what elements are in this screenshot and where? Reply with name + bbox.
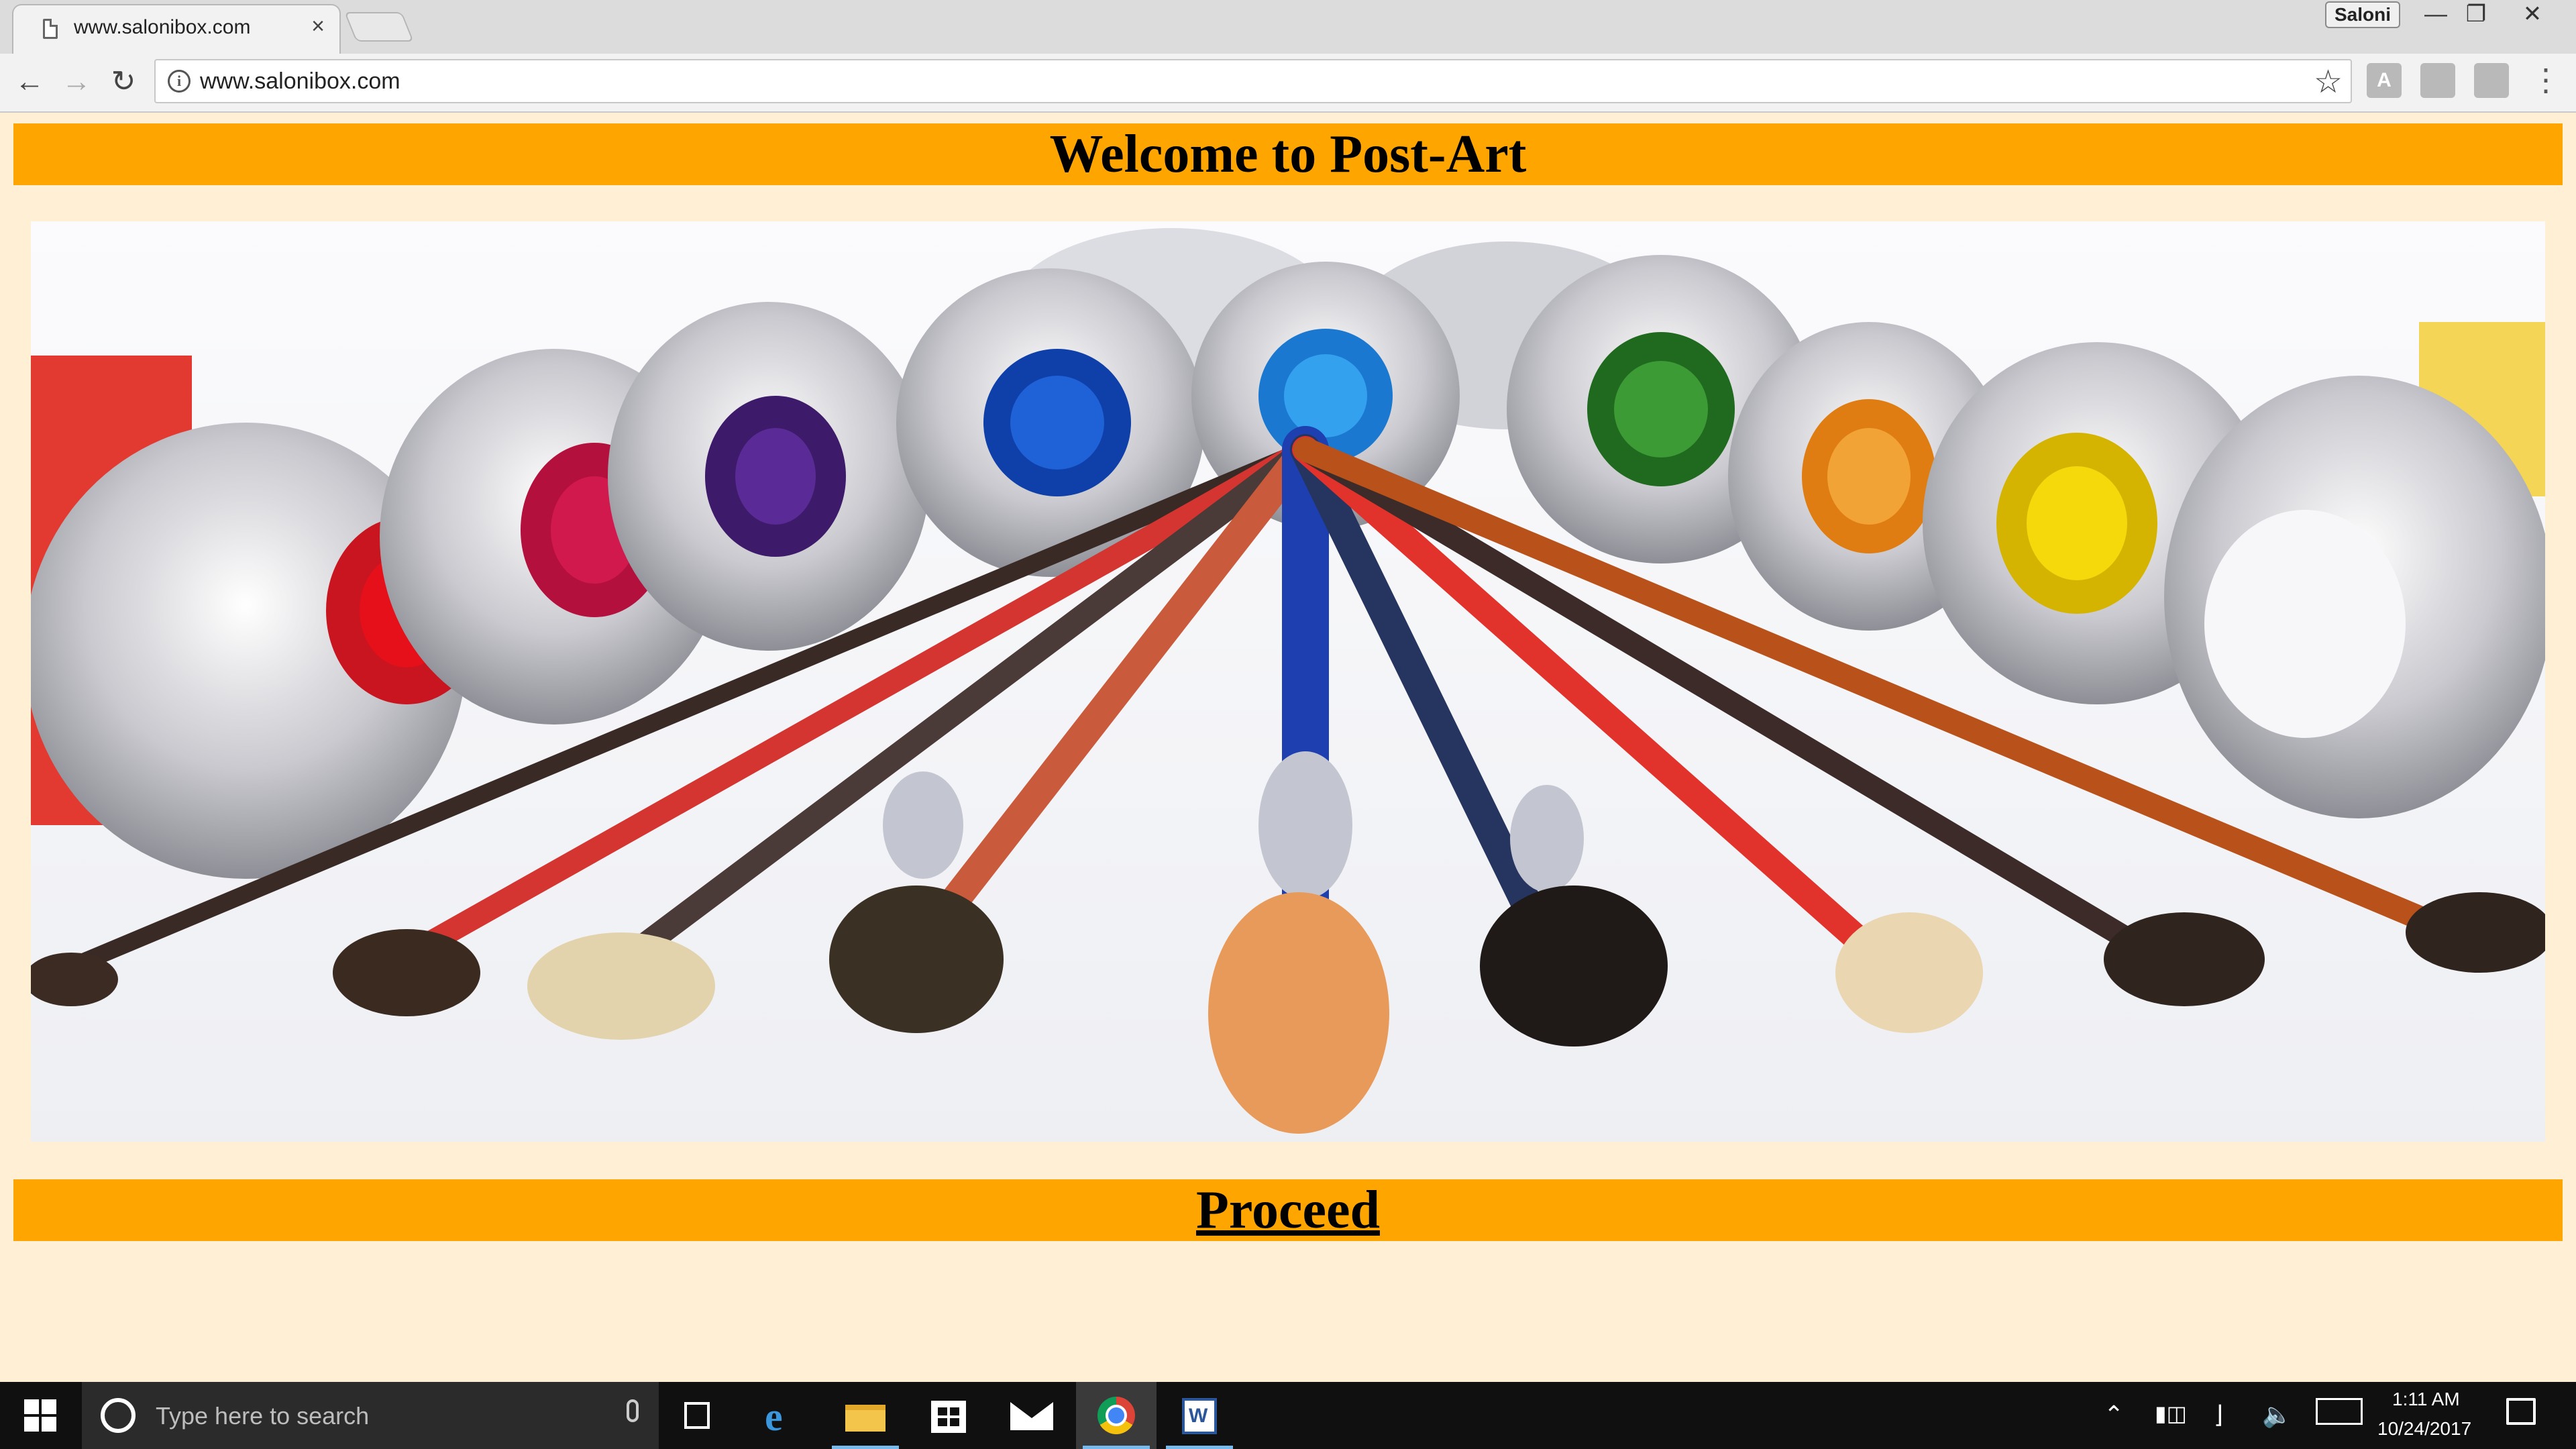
restore-icon[interactable]: ❐ bbox=[2453, 1, 2500, 28]
page-heading: Welcome to Post-Art bbox=[13, 123, 2563, 185]
word-icon[interactable]: W bbox=[1159, 1382, 1240, 1449]
taskbar-search-box[interactable]: Type here to search bbox=[82, 1382, 659, 1449]
action-center-icon[interactable] bbox=[2506, 1398, 2536, 1425]
extension-a-icon[interactable]: A bbox=[2367, 63, 2402, 98]
clock-date[interactable]: 10/24/2017 bbox=[2377, 1418, 2471, 1440]
browser-menu-icon[interactable]: ⋮ bbox=[2529, 62, 2563, 98]
info-icon[interactable]: i bbox=[168, 70, 191, 93]
extension-shield-icon[interactable] bbox=[2420, 63, 2455, 98]
windows-start-icon[interactable] bbox=[24, 1399, 56, 1432]
bookmark-star-icon[interactable]: ☆ bbox=[2314, 63, 2343, 101]
back-arrow-icon[interactable]: ← bbox=[8, 60, 51, 103]
microphone-icon[interactable] bbox=[627, 1399, 639, 1422]
address-bar[interactable]: i www.salonibox.com ☆ bbox=[154, 59, 2352, 103]
chrome-browser-icon[interactable] bbox=[1076, 1382, 1157, 1449]
page-icon bbox=[43, 19, 58, 39]
browser-toolbar: ← → ↻ i www.salonibox.com ☆ A ⋮ bbox=[0, 54, 2576, 113]
hero-image-paint-tubes-and-brushes bbox=[24, 221, 2553, 1142]
windows-taskbar: Type here to search e W ⌃ ▮◫ ⌋ 🔈 1:11 AM bbox=[0, 1382, 2576, 1449]
mail-icon[interactable] bbox=[991, 1382, 1072, 1449]
store-icon[interactable] bbox=[908, 1382, 989, 1449]
file-explorer-icon[interactable] bbox=[825, 1382, 906, 1449]
task-view-icon[interactable] bbox=[657, 1382, 738, 1449]
reload-icon[interactable]: ↻ bbox=[102, 60, 145, 103]
clock-time[interactable]: 1:11 AM bbox=[2392, 1389, 2460, 1410]
browser-tab-active[interactable]: www.salonibox.com × bbox=[12, 4, 341, 54]
search-placeholder[interactable]: Type here to search bbox=[156, 1402, 369, 1430]
new-tab-button[interactable] bbox=[344, 12, 414, 42]
forward-arrow-icon[interactable]: → bbox=[55, 60, 98, 103]
extension-pdf-icon[interactable] bbox=[2474, 63, 2509, 98]
tab-title: www.salonibox.com bbox=[74, 16, 251, 38]
volume-icon[interactable]: 🔈 bbox=[2262, 1401, 2292, 1429]
touch-keyboard-icon[interactable] bbox=[2316, 1398, 2363, 1425]
proceed-bar: Proceed bbox=[13, 1179, 2563, 1241]
web-page: Welcome to Post-Art Proceed bbox=[0, 113, 2576, 1382]
hero-image-illustration bbox=[24, 221, 2553, 1142]
edge-browser-icon[interactable]: e bbox=[743, 1382, 824, 1449]
profile-button[interactable]: Saloni bbox=[2325, 1, 2400, 28]
browser-tab-strip: www.salonibox.com × Saloni — ❐ ✕ bbox=[0, 0, 2576, 54]
wifi-icon[interactable]: ⌋ bbox=[2214, 1401, 2223, 1429]
battery-icon[interactable]: ▮◫ bbox=[2155, 1401, 2187, 1426]
tab-close-icon[interactable]: × bbox=[311, 13, 325, 40]
proceed-link[interactable]: Proceed bbox=[1196, 1181, 1380, 1240]
cortana-icon[interactable] bbox=[101, 1398, 136, 1433]
close-window-icon[interactable]: ✕ bbox=[2509, 1, 2556, 28]
show-hidden-icons-chevron-icon[interactable]: ⌃ bbox=[2104, 1401, 2124, 1429]
url-text[interactable]: www.salonibox.com bbox=[200, 68, 400, 95]
